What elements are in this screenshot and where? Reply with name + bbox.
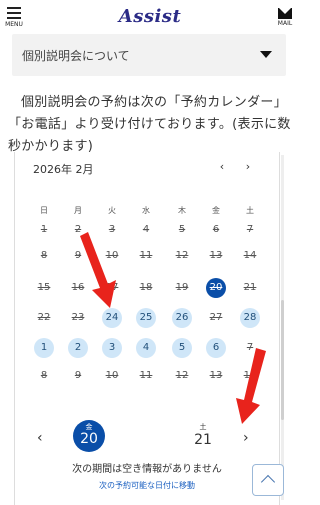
strip-day-number: 21 (194, 432, 212, 448)
calendar-day-available[interactable]: 1 (34, 338, 54, 358)
calendar-day-available[interactable]: 2 (68, 338, 88, 358)
calendar-day: 12 (175, 370, 189, 381)
selected-day[interactable]: 金 20 (73, 420, 105, 452)
intro-text: 個別説明会の予約は次の「予約カレンダー」「お電話」より受け付けております。(表示… (8, 95, 291, 154)
calendar-day: 4 (142, 224, 150, 235)
scrollbar-thumb[interactable] (281, 300, 284, 420)
next-month-button[interactable]: › (241, 160, 255, 173)
hamburger-icon (7, 7, 21, 19)
back-to-top-button[interactable] (252, 464, 284, 496)
calendar-day: 11 (139, 370, 153, 381)
calendar-day: 1 (40, 224, 48, 235)
strip-weekday: 土 (199, 423, 207, 431)
next-available-link[interactable]: 次の予約可能な日付に移動 (15, 480, 279, 491)
calendar-day: 10 (105, 370, 119, 381)
calendar-day: 11 (139, 250, 153, 261)
calendar-day-available[interactable]: 5 (172, 338, 192, 358)
weekday-header: 金 (212, 206, 220, 215)
calendar-day: 27 (209, 312, 223, 323)
menu-label: MENU (5, 21, 23, 28)
next-day-button[interactable]: › (243, 430, 249, 446)
calendar-day: 19 (175, 282, 189, 293)
calendar-day: 13 (209, 370, 223, 381)
chevron-up-icon (260, 474, 276, 490)
site-logo[interactable]: Assist (108, 6, 192, 28)
weekday-header: 木 (178, 206, 186, 215)
calendar-day-available[interactable]: 3 (102, 338, 122, 358)
calendar-day: 8 (40, 250, 48, 261)
calendar-day: 8 (40, 370, 48, 381)
weekday-header: 水 (142, 206, 150, 215)
calendar-day: 21 (243, 282, 257, 293)
menu-button[interactable]: MENU (4, 4, 24, 30)
calendar-day-available[interactable]: 4 (136, 338, 156, 358)
prev-month-button[interactable]: ‹ (215, 160, 229, 173)
calendar-day: 6 (212, 224, 220, 235)
calendar-day: 13 (209, 250, 223, 261)
info-accordion[interactable]: 個別説明会について (12, 34, 286, 76)
calendar-day-selected[interactable]: 20 (206, 278, 226, 298)
day-strip: ‹ 金 20 土 21 › (15, 420, 279, 460)
red-arrow-annotation (236, 348, 266, 424)
selected-day-number: 20 (80, 431, 98, 447)
weekday-header: 月 (74, 206, 82, 215)
calendar-day: 12 (175, 250, 189, 261)
calendar-day: 18 (139, 282, 153, 293)
calendar-day: 15 (37, 282, 51, 293)
calendar-day: 22 (37, 312, 51, 323)
mail-label: MAIL (277, 20, 293, 27)
red-arrow-annotation (80, 232, 116, 308)
calendar-day-available[interactable]: 6 (206, 338, 226, 358)
header: MENU Assist MAIL (0, 0, 300, 34)
mail-button[interactable]: MAIL (274, 4, 296, 30)
no-availability-message: 次の期間は空き情報がありません (72, 464, 222, 475)
calendar-day: 5 (178, 224, 186, 235)
mail-icon (278, 8, 292, 19)
strip-day[interactable]: 土 21 (189, 420, 217, 448)
accordion-title: 個別説明会について (22, 49, 130, 63)
prev-day-button[interactable]: ‹ (37, 430, 43, 446)
caret-down-icon (260, 51, 272, 58)
calendar-day: 14 (243, 250, 257, 261)
weekday-header: 土 (246, 206, 254, 215)
calendar-day-available[interactable]: 28 (240, 308, 260, 328)
calendar-day: 7 (246, 224, 254, 235)
calendar-day-available[interactable]: 25 (136, 308, 156, 328)
weekday-header: 日 (40, 206, 48, 215)
weekday-header: 火 (108, 206, 116, 215)
month-label: 2026年 2月 (33, 163, 94, 176)
calendar-day: 9 (74, 370, 82, 381)
calendar-day-available[interactable]: 26 (172, 308, 192, 328)
reservation-calendar: 2026年 2月 ‹ › ‹ 金 20 土 21 › 次の期間は空き情報がありま… (14, 152, 280, 505)
